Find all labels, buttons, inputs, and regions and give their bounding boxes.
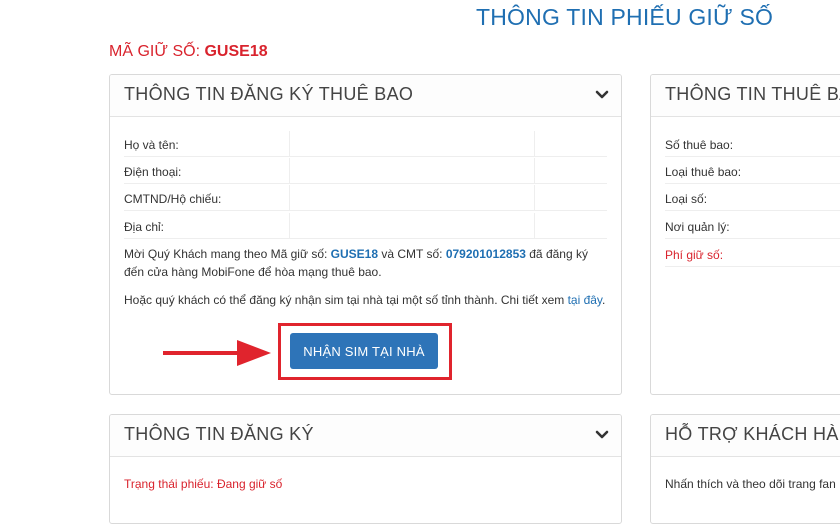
- field-row: CMTND/Hộ chiếu:: [124, 185, 607, 211]
- panel-title: THÔNG TIN ĐĂNG KÝ: [124, 424, 314, 444]
- arrow-right-icon: [163, 340, 271, 366]
- panel-title: THÔNG TIN THUÊ BAO: [665, 84, 840, 104]
- field-row: Nơi quản lý:: [665, 213, 840, 239]
- field-label: Họ và tên:: [124, 138, 179, 152]
- field-label: Số thuê bao:: [665, 138, 734, 152]
- chevron-down-icon[interactable]: [595, 88, 609, 102]
- field-label: Nơi quản lý:: [665, 220, 730, 234]
- notice-part: và CMT số:: [378, 247, 446, 261]
- home-sim-button[interactable]: NHẬN SIM TẠI NHÀ: [290, 333, 438, 369]
- register-info-panel: THÔNG TIN ĐĂNG KÝ Trạng thái phiếu: Đang…: [109, 414, 622, 524]
- field-row: Loại số:: [665, 185, 840, 211]
- details-link[interactable]: tại đây: [568, 293, 602, 307]
- ticket-status: Trạng thái phiếu: Đang giữ số: [124, 477, 283, 491]
- notice-text: Mời Quý Khách mang theo Mã giữ số: GUSE1…: [124, 245, 607, 281]
- field-label: Địa chỉ:: [124, 220, 165, 234]
- field-row: Loại thuê bao:: [665, 158, 840, 184]
- panel-title: HỖ TRỢ KHÁCH HÀNG: [665, 424, 840, 444]
- subscriber-info-panel: THÔNG TIN THUÊ BAO Số thuê bao: Loại thu…: [650, 74, 840, 395]
- hold-code-label: Mã giữ số:: [109, 43, 201, 60]
- notice-code: GUSE18: [330, 247, 379, 261]
- chevron-down-icon[interactable]: [595, 428, 609, 442]
- notice-id-number: 079201012853: [445, 247, 526, 261]
- page-title: THÔNG TIN PHIẾU GIỮ SỐ: [476, 4, 774, 30]
- field-label: Phí giữ số:: [665, 248, 724, 262]
- field-label: Điện thoại:: [124, 165, 182, 179]
- panel-title: THÔNG TIN ĐĂNG KÝ THUÊ BAO: [124, 84, 414, 104]
- field-row: Số thuê bao:: [665, 131, 840, 157]
- field-label: Loại số:: [665, 192, 708, 206]
- field-row: Họ và tên:: [124, 131, 607, 157]
- panel-header[interactable]: THÔNG TIN ĐĂNG KÝ: [110, 415, 621, 457]
- field-row: Địa chỉ:: [124, 213, 607, 239]
- notice-part: Mời Quý Khách mang theo Mã giữ số:: [124, 247, 331, 261]
- field-label: CMTND/Hộ chiếu:: [124, 192, 222, 206]
- alt-notice-text: Hoặc quý khách có thể đăng ký nhận sim t…: [124, 291, 607, 309]
- alt-notice-part: Hoặc quý khách có thể đăng ký nhận sim t…: [124, 293, 568, 307]
- panel-header[interactable]: HỖ TRỢ KHÁCH HÀNG: [651, 415, 840, 457]
- field-row: Điện thoại:: [124, 158, 607, 184]
- customer-support-panel: HỖ TRỢ KHÁCH HÀNG Nhấn thích và theo dõi…: [650, 414, 840, 524]
- support-text: Nhấn thích và theo dõi trang fan: [665, 477, 836, 491]
- panel-header[interactable]: THÔNG TIN ĐĂNG KÝ THUÊ BAO: [110, 75, 621, 117]
- hold-code-value: GUSE18: [204, 43, 268, 60]
- field-label: Loại thuê bao:: [665, 165, 742, 179]
- panel-header[interactable]: THÔNG TIN THUÊ BAO: [651, 75, 840, 117]
- hold-code: Mã giữ số: GUSE18: [109, 43, 268, 61]
- alt-notice-part: .: [602, 293, 606, 307]
- field-row: Phí giữ số:: [665, 241, 840, 267]
